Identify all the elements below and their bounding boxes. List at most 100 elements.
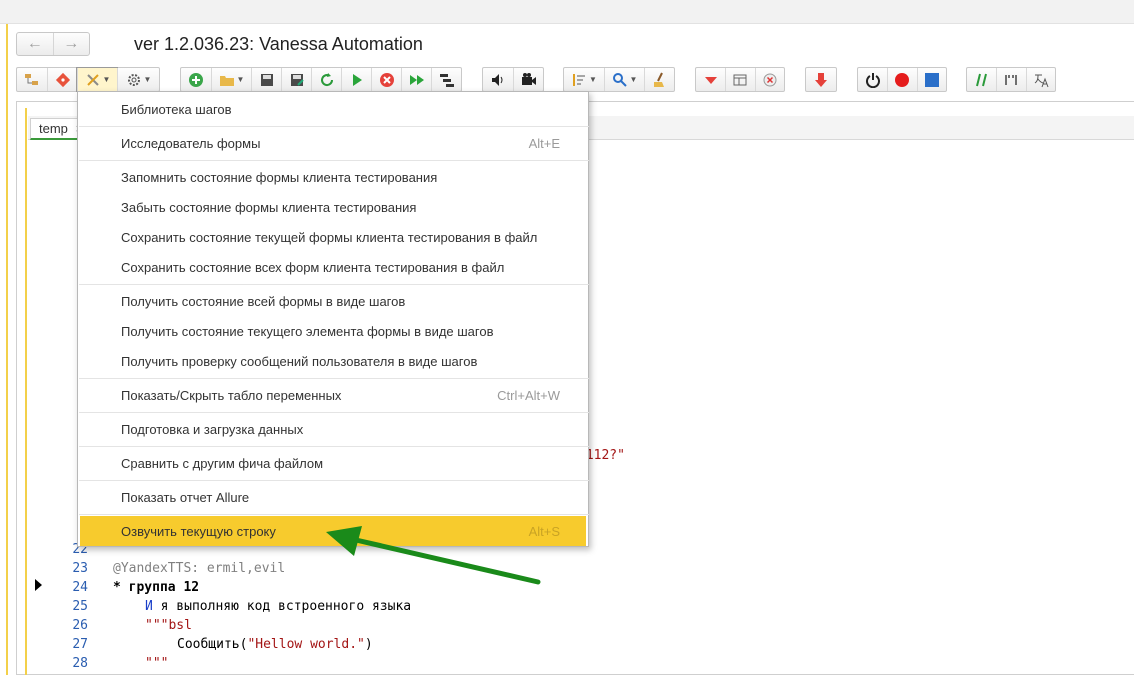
toolbar-group-text <box>966 67 1056 92</box>
toolbar-group-media <box>482 67 544 92</box>
line-number: 23 <box>72 561 88 576</box>
add-icon[interactable] <box>181 68 211 91</box>
menu-item-label: Озвучить текущую строку <box>121 523 276 539</box>
navigation-buttons: ← → <box>16 32 90 56</box>
menu-item-shortcut: Alt+E <box>528 135 560 151</box>
menu-item-save-all-forms-state[interactable]: Сохранить состояние всех форм клиента те… <box>78 252 588 282</box>
document-accent-edge <box>25 108 27 675</box>
tree-icon[interactable] <box>17 68 47 91</box>
menu-item-shortcut: Ctrl+Alt+W <box>497 387 560 403</box>
line-number: 27 <box>72 637 88 652</box>
table-icon[interactable] <box>725 68 754 91</box>
menu-item-show-allure-report[interactable]: Показать отчет Allure <box>78 482 588 512</box>
comment-icon[interactable] <box>967 68 996 91</box>
menu-item-label: Сравнить с другим фича файлом <box>121 455 324 471</box>
keyword: И <box>145 599 153 614</box>
toolbar-group-search: ▼ ▼ <box>563 67 675 92</box>
menu-separator <box>79 412 589 413</box>
toolbar-group-export <box>805 67 837 92</box>
menu-item-messages-check-as-steps[interactable]: Получить проверку сообщений пользователя… <box>78 346 588 376</box>
menu-item-label: Показать отчет Allure <box>121 489 250 505</box>
quote-icon[interactable] <box>996 68 1025 91</box>
menu-item-label: Получить проверку сообщений пользователя… <box>121 353 478 369</box>
code-paren: ) <box>364 637 373 652</box>
power-icon[interactable] <box>858 68 887 91</box>
git-icon[interactable] <box>47 68 77 91</box>
code-line: """bsl <box>145 618 192 633</box>
menu-separator <box>79 160 589 161</box>
menu-separator <box>79 284 589 285</box>
menu-item-form-state-as-steps[interactable]: Получить состояние всей формы в виде шаг… <box>78 286 588 316</box>
search-icon[interactable]: ▼ <box>604 68 644 91</box>
menu-item-toggle-variables-board[interactable]: Показать/Скрыть табло переменных Ctrl+Alt… <box>78 380 588 410</box>
menu-item-element-state-as-steps[interactable]: Получить состояние текущего элемента фор… <box>78 316 588 346</box>
tools-dropdown-menu: Библиотека шагов Исследователь формы Alt+… <box>77 91 589 547</box>
reload-icon[interactable] <box>311 68 341 91</box>
stop-square-icon[interactable] <box>916 68 946 91</box>
save-as-icon[interactable] <box>281 68 311 91</box>
tools-icon[interactable]: ▼ <box>76 67 118 92</box>
menu-separator <box>79 514 589 515</box>
record-icon[interactable] <box>887 68 916 91</box>
menu-item-save-current-form-state[interactable]: Сохранить состояние текущей формы клиент… <box>78 222 588 252</box>
menu-item-label: Сохранить состояние всех форм клиента те… <box>121 259 505 275</box>
code-text: я выполняю код встроенного языка <box>152 599 412 614</box>
toolbar-group-record <box>857 67 947 92</box>
window-accent-edge <box>6 24 8 675</box>
run-icon[interactable] <box>341 68 371 91</box>
toolbar-group-main: ▼ ▼ <box>16 67 160 92</box>
code-line: """ <box>145 656 169 671</box>
back-arrow-icon[interactable]: ← <box>17 33 53 55</box>
download-arrow-icon[interactable] <box>806 68 836 91</box>
menu-item-label: Получить состояние текущего элемента фор… <box>121 323 494 339</box>
top-strip <box>0 0 1134 24</box>
collapse-icon[interactable] <box>696 68 725 91</box>
window-title: ver 1.2.036.23: Vanessa Automation <box>134 34 423 54</box>
settings-icon[interactable]: ▼ <box>117 68 159 91</box>
translate-icon[interactable] <box>1025 68 1055 91</box>
sort-icon[interactable]: ▼ <box>564 68 604 91</box>
sound-icon[interactable] <box>483 68 513 91</box>
menu-item-label: Исследователь формы <box>121 135 261 151</box>
tab-label: temp <box>39 121 68 136</box>
open-folder-icon[interactable]: ▼ <box>211 68 251 91</box>
menu-item-label: Забыть состояние формы клиента тестирова… <box>121 199 417 215</box>
menu-separator <box>79 480 589 481</box>
code-func: Сообщить( <box>177 637 248 652</box>
menu-item-form-explorer[interactable]: Исследователь формы Alt+E <box>78 128 588 158</box>
run-all-icon[interactable] <box>401 68 431 91</box>
menu-item-label: Библиотека шагов <box>121 101 232 117</box>
menu-separator <box>79 446 589 447</box>
menu-item-label: Запомнить состояние формы клиента тестир… <box>121 169 438 185</box>
code-string: "Hellow world." <box>247 637 365 652</box>
steps-icon[interactable] <box>431 68 461 91</box>
line-number: 26 <box>72 618 88 633</box>
forward-arrow-icon[interactable]: → <box>52 33 90 55</box>
close-circle-icon[interactable] <box>754 68 784 91</box>
code-line: @YandexTTS: ermil,evil <box>113 561 286 576</box>
menu-item-remember-form-state[interactable]: Запомнить состояние формы клиента тестир… <box>78 162 588 192</box>
menu-item-label: Подготовка и загрузка данных <box>121 421 304 437</box>
toolbar-group-view <box>695 67 785 92</box>
video-icon[interactable] <box>513 68 543 91</box>
menu-item-speak-current-line[interactable]: Озвучить текущую строку Alt+S <box>80 516 586 546</box>
current-line-marker-icon <box>35 579 42 591</box>
menu-item-forget-form-state[interactable]: Забыть состояние формы клиента тестирова… <box>78 192 588 222</box>
menu-item-label: Получить состояние всей формы в виде шаг… <box>121 293 406 309</box>
menu-item-compare-feature-file[interactable]: Сравнить с другим фича файлом <box>78 448 588 478</box>
code-line: И я выполняю код встроенного языка <box>145 599 411 614</box>
line-number: 28 <box>72 656 88 671</box>
menu-separator <box>79 126 589 127</box>
toolbar-group-file: ▼ <box>180 67 462 92</box>
stop-icon[interactable] <box>371 68 401 91</box>
code-line: Сообщить("Hellow world.") <box>177 637 373 652</box>
code-line: * группа 12 <box>113 580 200 595</box>
menu-item-data-preparation[interactable]: Подготовка и загрузка данных <box>78 414 588 444</box>
line-number: 25 <box>72 599 88 614</box>
clean-icon[interactable] <box>644 68 674 91</box>
menu-item-label: Показать/Скрыть табло переменных <box>121 387 342 403</box>
menu-item-label: Сохранить состояние текущей формы клиент… <box>121 229 538 245</box>
menu-item-steps-library[interactable]: Библиотека шагов <box>78 94 588 124</box>
menu-item-shortcut: Alt+S <box>528 523 560 539</box>
save-icon[interactable] <box>251 68 281 91</box>
